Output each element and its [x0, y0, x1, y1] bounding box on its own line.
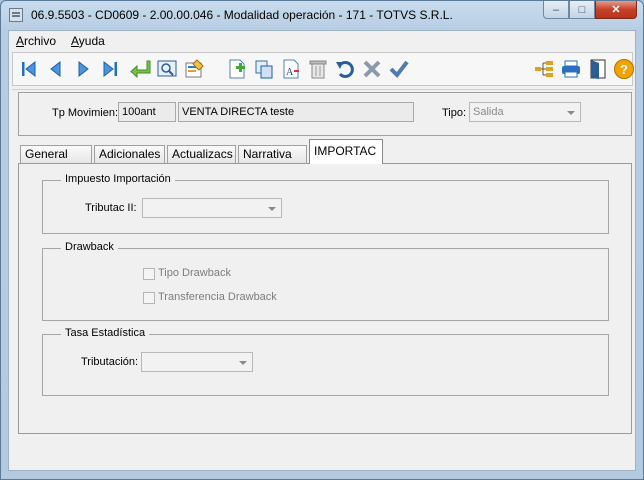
application-window: 06.9.5503 - CD0609 - 2.00.00.046 - Modal… — [0, 0, 644, 480]
tab-actualizacs[interactable]: Actualizacs — [167, 145, 236, 163]
svg-text:A: A — [286, 67, 294, 78]
tipo-drawback-label: Tipo Drawback — [158, 267, 231, 279]
delete-icon — [309, 60, 327, 79]
tab-narrativa[interactable]: Narrativa — [238, 145, 307, 163]
title-bar[interactable]: 06.9.5503 - CD0609 - 2.00.00.046 - Modal… — [1, 1, 643, 29]
confirm-icon — [389, 60, 409, 79]
group-impuesto-importacion: Impuesto Importación Tributac II: — [42, 173, 609, 234]
chevron-down-icon — [567, 111, 575, 115]
menu-ayuda[interactable]: Ayuda — [71, 34, 105, 48]
tipo-label: Tipo: — [442, 107, 467, 119]
tree-icon — [535, 61, 553, 77]
delete-button[interactable] — [306, 57, 330, 81]
menu-ayuda-label: yuda — [78, 34, 105, 48]
group-title: Impuesto Importación — [61, 173, 175, 185]
transferencia-drawback-label: Transferencia Drawback — [158, 291, 277, 303]
tp-movimien-code-field[interactable]: 100ant — [118, 102, 176, 122]
group-drawback: Drawback Tipo Drawback Transferencia Dra… — [42, 241, 609, 321]
menu-archivo-mnemonic: A — [16, 34, 25, 48]
toolbar: A ? — [12, 52, 636, 86]
copy-icon — [255, 60, 273, 79]
print-button[interactable] — [559, 57, 583, 81]
goto-button[interactable] — [128, 57, 152, 81]
menu-archivo[interactable]: Archivo — [16, 34, 56, 48]
minimize-button[interactable]: – — [543, 1, 569, 19]
group-title: Tasa Estadística — [61, 327, 150, 339]
close-button[interactable]: ✕ — [595, 1, 637, 19]
new-icon — [229, 59, 245, 79]
exit-button[interactable] — [586, 57, 610, 81]
previous-icon — [50, 60, 61, 78]
copy-button[interactable] — [252, 57, 276, 81]
tributacion-select[interactable] — [141, 352, 253, 372]
help-button[interactable]: ? — [612, 57, 636, 81]
toolbar-separator — [12, 89, 633, 90]
last-icon — [103, 60, 117, 78]
search-button[interactable] — [155, 57, 179, 81]
client-area: Archivo Ayuda A ? Tp Movimien: 100ant VE… — [8, 30, 636, 471]
edit-button[interactable] — [182, 57, 206, 81]
last-record-button[interactable] — [98, 57, 122, 81]
confirm-button[interactable] — [387, 57, 411, 81]
tp-movimien-label: Tp Movimien: — [52, 107, 119, 119]
transferencia-drawback-checkbox[interactable] — [143, 292, 155, 304]
tributac-ii-label: Tributac II: — [85, 202, 137, 214]
group-title: Drawback — [61, 241, 118, 253]
text-edit-button[interactable]: A — [279, 57, 303, 81]
menu-ayuda-mnemonic: A — [71, 34, 79, 48]
app-menu-icon[interactable] — [9, 8, 23, 22]
cancel-button[interactable] — [360, 57, 384, 81]
exit-icon — [590, 59, 606, 79]
help-icon: ? — [614, 59, 634, 79]
chevron-down-icon — [268, 207, 276, 211]
previous-record-button[interactable] — [44, 57, 68, 81]
new-button[interactable] — [225, 57, 249, 81]
tree-button[interactable] — [532, 57, 556, 81]
edit-icon — [185, 59, 204, 78]
text-edit-icon: A — [283, 59, 299, 79]
next-record-button[interactable] — [71, 57, 95, 81]
tp-movimien-desc-field: VENTA DIRECTA teste — [178, 102, 414, 122]
print-icon — [562, 60, 580, 78]
maximize-button[interactable]: □ — [569, 1, 595, 19]
chevron-down-icon — [239, 361, 247, 365]
first-icon — [22, 60, 36, 78]
group-tasa-estadistica: Tasa Estadística Tributación: — [42, 327, 609, 396]
tributac-ii-select[interactable] — [142, 198, 282, 218]
svg-text:?: ? — [620, 62, 628, 77]
cancel-icon — [363, 60, 381, 78]
tab-bar: General Adicionales Actualizacs Narrativ… — [18, 139, 632, 164]
tributacion-label: Tributación: — [81, 356, 139, 368]
tab-general[interactable]: General — [20, 145, 92, 163]
first-record-button[interactable] — [17, 57, 41, 81]
undo-icon — [336, 61, 354, 78]
search-icon — [157, 60, 177, 77]
tab-importac[interactable]: IMPORTAC — [309, 139, 383, 164]
tipo-select-value: Salida — [473, 106, 504, 118]
menu-bar: Archivo Ayuda — [9, 31, 635, 50]
tab-adicionales[interactable]: Adicionales — [94, 145, 165, 163]
tipo-drawback-checkbox[interactable] — [143, 268, 155, 280]
window-controls: – □ ✕ — [543, 1, 637, 21]
header-panel: Tp Movimien: 100ant VENTA DIRECTA teste … — [18, 92, 632, 136]
next-icon — [78, 60, 89, 78]
window-title: 06.9.5503 - CD0609 - 2.00.00.046 - Modal… — [31, 8, 453, 22]
undo-button[interactable] — [333, 57, 357, 81]
goto-icon — [130, 60, 151, 79]
tab-panel-importac: Impuesto Importación Tributac II: Drawba… — [18, 163, 632, 434]
tipo-select[interactable]: Salida — [469, 102, 581, 122]
menu-archivo-label: rchivo — [24, 34, 57, 48]
